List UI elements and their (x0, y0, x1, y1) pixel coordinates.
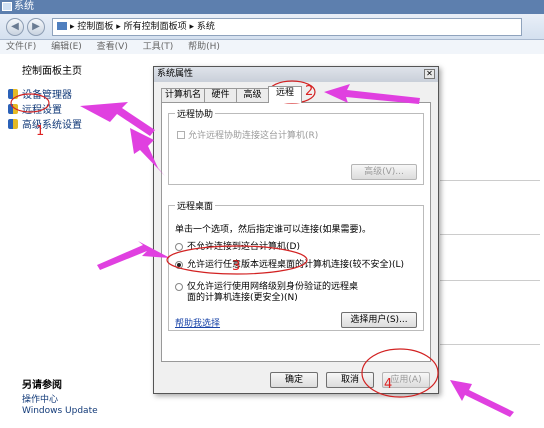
window-title-bar: 系统 (0, 0, 544, 14)
system-window-icon (2, 2, 12, 11)
cancel-button[interactable]: 取消 (326, 372, 374, 388)
menu-view[interactable]: 查看(V) (97, 42, 128, 52)
remote-desktop-group: 远程桌面 单击一个选项，然后指定谁可以连接(如果需要)。 不允许连接到这台计算机… (168, 199, 424, 331)
allow-remote-assistance-label: 允许远程协助连接这台计算机(R) (188, 131, 319, 141)
dialog-title-bar: 系统属性 ✕ (154, 67, 438, 82)
allow-remote-assistance-checkbox[interactable]: 允许远程协助连接这台计算机(R) (177, 128, 318, 141)
windows-update-link[interactable]: Windows Update (22, 406, 98, 416)
address-bar: ◀ ▶ ▸ 控制面板 ▸ 所有控制面板项 ▸ 系统 (0, 14, 544, 40)
shield-icon (8, 119, 18, 129)
remote-settings-label: 远程设置 (22, 105, 62, 116)
remote-tab-panel: 远程协助 允许远程协助连接这台计算机(R) 高级(V)... 远程桌面 单击一个… (161, 102, 431, 362)
ok-button[interactable]: 确定 (270, 372, 318, 388)
annotation-number-2: 2 (305, 84, 314, 99)
remote-desktop-label: 远程桌面 (175, 199, 216, 212)
tab-advanced[interactable]: 高级 (236, 88, 269, 102)
dialog-title: 系统属性 (157, 69, 194, 79)
radio-deny-label: 不允许连接到这台计算机(D) (187, 242, 300, 252)
advanced-system-settings-link[interactable]: 高级系统设置 (8, 116, 82, 131)
close-icon[interactable]: ✕ (424, 69, 435, 79)
remote-desktop-description: 单击一个选项，然后指定谁可以连接(如果需要)。 (175, 225, 372, 235)
window-title: 系统 (14, 1, 34, 12)
tab-hardware[interactable]: 硬件 (204, 88, 237, 102)
separator-line (440, 280, 540, 281)
action-center-link[interactable]: 操作中心 (22, 392, 58, 405)
system-properties-dialog: 系统属性 ✕ 计算机名 硬件 高级 远程 远程协助 允许远程协助连接这台计算机(… (153, 66, 439, 394)
radio-allow-nla-only[interactable]: 仅允许运行使用网络级别身份验证的远程桌面的计算机连接(更安全)(N) (175, 282, 365, 304)
advanced-button[interactable]: 高级(V)... (351, 164, 417, 180)
left-task-pane: 控制面板主页 设备管理器 远程设置 高级系统设置 另请参阅 操作中心 Windo… (0, 54, 150, 428)
annotation-number-1: 1 (36, 124, 45, 139)
device-manager-link[interactable]: 设备管理器 (8, 86, 72, 101)
menu-help[interactable]: 帮助(H) (188, 42, 220, 52)
device-manager-label: 设备管理器 (22, 90, 72, 101)
control-panel-icon (57, 22, 67, 30)
control-panel-home-link[interactable]: 控制面板主页 (22, 62, 82, 77)
radio-deny-connections[interactable]: 不允许连接到这台计算机(D) (175, 242, 300, 253)
shield-icon (8, 104, 18, 114)
separator-line (440, 180, 540, 181)
tab-computer-name[interactable]: 计算机名 (161, 88, 205, 102)
tab-remote[interactable]: 远程 (268, 86, 302, 103)
shield-icon (8, 89, 18, 99)
radio-allow-any-version[interactable]: 允许运行任意版本远程桌面的计算机连接(较不安全)(L) (175, 260, 404, 271)
address-input[interactable]: ▸ 控制面板 ▸ 所有控制面板项 ▸ 系统 (52, 18, 522, 36)
separator-line (440, 344, 540, 345)
menu-edit[interactable]: 编辑(E) (51, 42, 82, 52)
menu-tools[interactable]: 工具(T) (143, 42, 174, 52)
radio-dot (175, 243, 183, 251)
select-users-button[interactable]: 选择用户(S)... (341, 312, 417, 328)
radio-dot-selected (175, 261, 183, 269)
address-path: ▸ 控制面板 ▸ 所有控制面板项 ▸ 系统 (70, 22, 215, 32)
back-arrow-icon[interactable]: ◀ (6, 18, 24, 36)
radio-allow-any-label: 允许运行任意版本远程桌面的计算机连接(较不安全)(L) (187, 260, 405, 270)
menu-bar: 文件(F) 编辑(E) 查看(V) 工具(T) 帮助(H) (0, 40, 544, 54)
see-also-heading: 另请参阅 (22, 380, 62, 391)
help-me-choose-link[interactable]: 帮助我选择 (175, 316, 220, 329)
checkbox-box (177, 131, 185, 139)
remote-assistance-label: 远程协助 (175, 107, 216, 120)
radio-nla-label: 仅允许运行使用网络级别身份验证的远程桌面的计算机连接(更安全)(N) (187, 282, 359, 303)
menu-file[interactable]: 文件(F) (6, 42, 36, 52)
annotation-number-3: 3 (232, 259, 241, 274)
radio-dot (175, 283, 183, 291)
advanced-system-settings-label: 高级系统设置 (22, 120, 82, 131)
separator-line (440, 234, 540, 235)
remote-assistance-group: 远程协助 允许远程协助连接这台计算机(R) 高级(V)... (168, 107, 424, 185)
annotation-number-4: 4 (384, 377, 393, 392)
remote-settings-link[interactable]: 远程设置 (8, 101, 62, 116)
forward-arrow-icon[interactable]: ▶ (27, 18, 45, 36)
